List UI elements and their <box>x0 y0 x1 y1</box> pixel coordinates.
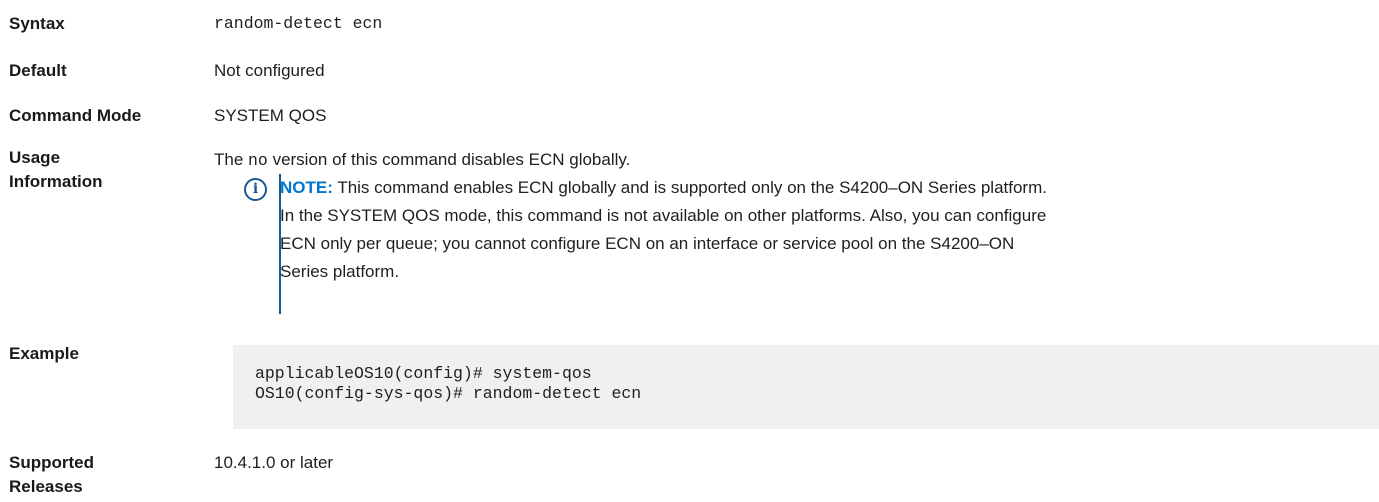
note-text: NOTE: This command enables ECN globally … <box>280 174 1377 286</box>
command-mode-value: SYSTEM QOS <box>214 106 327 125</box>
usage-label-line2: Information <box>9 172 103 191</box>
usage-label-line1: Usage <box>9 148 61 167</box>
note-heading: NOTE: <box>280 178 333 197</box>
usage-label: Usage Information <box>9 146 199 194</box>
note-line-1: NOTE: This command enables ECN globally … <box>280 174 1377 202</box>
note-line-2: In the SYSTEM QOS mode, this command is … <box>280 206 1047 225</box>
syntax-value: random-detect ecn <box>214 14 383 33</box>
supported-releases-label: Supported Releases <box>9 451 199 499</box>
usage-text-after: version of this command disables ECN glo… <box>267 150 631 169</box>
note-callout: i NOTE: This command enables ECN globall… <box>244 174 1379 314</box>
note-line-4: Series platform. <box>280 262 400 281</box>
example-code-line-2: OS10(config-sys-qos)# random-detect ecn <box>255 384 642 403</box>
usage-text-before: The <box>214 150 249 169</box>
supported-releases-label-line1: Supported <box>9 453 94 472</box>
example-code-line-1: applicableOS10(config)# system-qos <box>255 364 592 383</box>
example-code-block: applicableOS10(config)# system-qos OS10(… <box>233 345 1379 429</box>
default-value: Not configured <box>214 61 325 80</box>
example-label: Example <box>9 344 79 363</box>
info-icon: i <box>244 178 267 201</box>
default-label: Default <box>9 61 67 80</box>
example-code: applicableOS10(config)# system-qos OS10(… <box>255 364 641 404</box>
supported-releases-label-line2: Releases <box>9 477 83 496</box>
note-line-3: ECN only per queue; you cannot configure… <box>280 234 1015 253</box>
supported-releases-value: 10.4.1.0 or later <box>214 453 334 472</box>
usage-text: The no version of this command disables … <box>214 148 630 173</box>
command-mode-label: Command Mode <box>9 106 142 125</box>
usage-code-no: no <box>248 151 268 170</box>
note-line-1-text: This command enables ECN globally and is… <box>337 178 1047 197</box>
syntax-label: Syntax <box>9 14 65 33</box>
